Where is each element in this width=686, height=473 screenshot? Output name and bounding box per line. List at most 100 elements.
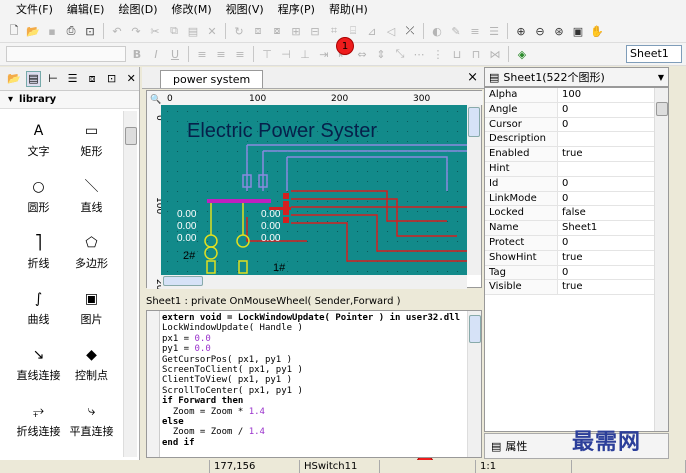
property-row-id[interactable]: Id 0 [485,176,668,192]
connector-icon[interactable]: ⤫ [402,23,418,39]
value-label[interactable]: 0.00 [177,209,197,220]
zoom-in-icon[interactable]: ⊕ [513,23,529,39]
scrollbar-thumb[interactable] [469,315,481,343]
align-icon[interactable]: ⌗ [326,23,342,39]
property-value[interactable]: 100 [558,88,668,102]
property-row-cursor[interactable]: Cursor 0 [485,117,668,133]
menu-view[interactable]: 视图(V) [220,0,270,20]
align-center-icon[interactable]: ≡ [213,46,229,62]
scrollbar-thumb[interactable] [468,107,480,137]
object-selector[interactable]: ▤ Sheet1(522个图形) ▼ [484,67,669,87]
property-value[interactable] [558,132,668,146]
palette-item-polyline[interactable]: ⎤ 折线 [12,229,65,275]
code-line[interactable]: if Forward then [162,396,460,406]
fill-color-icon[interactable]: ◐ [429,23,445,39]
property-row-locked[interactable]: Locked false [485,206,668,222]
scrollbar-thumb[interactable] [125,127,137,145]
bring-front-icon[interactable]: ⧈ [250,23,266,39]
valign-middle-icon[interactable]: ⊣ [278,46,294,62]
palette-item-line-connect[interactable]: ↘ 直线连接 [12,341,65,387]
full-screen-icon[interactable]: ▣ [570,23,586,39]
canvas-horizontal-scrollbar[interactable] [161,275,467,287]
property-row-description[interactable]: Description [485,132,668,148]
open-folder-icon[interactable]: 📂 [25,23,41,39]
palette-library-icon[interactable]: ▤ [25,70,42,87]
property-value[interactable]: true [558,251,668,265]
property-row-angle[interactable]: Angle 0 [485,102,668,118]
line-style-icon[interactable]: ≡ [467,23,483,39]
code-line[interactable]: ScreenToClient( px1, py1 ) [162,365,460,375]
palette-list-icon[interactable]: ☰ [65,71,81,87]
zoom-out-icon[interactable]: ⊖ [532,23,548,39]
line-width-icon[interactable]: ☰ [486,23,502,39]
same-height-icon[interactable]: ⇕ [373,46,389,62]
center-h-icon[interactable]: ⊔ [449,46,465,62]
palette-item-picture[interactable]: ▣ 图片 [65,285,118,331]
generator-label[interactable]: 1# [273,262,286,274]
property-value[interactable]: 0 [558,236,668,250]
property-scrollbar[interactable] [654,88,668,431]
print-preview-icon[interactable]: ⊡ [82,23,98,39]
scrollbar-thumb[interactable] [163,276,203,286]
property-value[interactable]: 0 [558,266,668,280]
bold-button[interactable]: B [129,46,145,62]
drawing-canvas[interactable]: 🔍 0 100 200 300 0 100 200 Electric Power Syst… [146,90,483,289]
delete-icon[interactable]: ✕ [204,23,220,39]
palette-objects-icon[interactable]: ⧈ [84,71,100,87]
property-row-linkmode[interactable]: LinkMode 0 [485,191,668,207]
property-row-enabled[interactable]: Enabled true [485,147,668,162]
palette-item-curve[interactable]: ∫ 曲线 [12,285,65,331]
scrollbar-thumb[interactable] [656,102,668,116]
switch-symbol[interactable] [283,193,289,199]
palette-item-circle[interactable]: ○ 圆形 [12,173,65,219]
code-text[interactable]: extern void = LockWindowUpdate( Pointer … [162,313,460,448]
property-value[interactable]: 0 [558,177,668,191]
value-label[interactable]: 0.00 [177,233,197,244]
palette-item-rectangle[interactable]: ▭ 矩形 [65,117,118,163]
italic-button[interactable]: I [148,46,164,62]
property-value[interactable]: 0 [558,192,668,206]
valign-top-icon[interactable]: ⊤ [259,46,275,62]
property-row-name[interactable]: Name Sheet1 [485,221,668,236]
script-editor[interactable]: extern void = LockWindowUpdate( Pointer … [146,310,482,458]
property-value[interactable]: false [558,206,668,220]
palette-folder-icon[interactable]: 📂 [6,71,22,87]
menu-modify[interactable]: 修改(M) [166,0,218,20]
switch-symbol[interactable] [283,209,289,215]
code-line[interactable]: ClientToView( px1, py1 ) [162,375,460,385]
align-left-icon[interactable]: ≡ [194,46,210,62]
code-line[interactable]: py1 = 0.0 [162,344,460,354]
menu-draw[interactable]: 绘图(D) [112,0,163,20]
property-row-tag[interactable]: Tag 0 [485,265,668,281]
space-h-icon[interactable]: ⋯ [411,46,427,62]
chevron-down-icon[interactable]: ▼ [658,73,664,82]
property-value[interactable]: true [558,280,668,294]
palette-scrollbar[interactable] [123,111,137,457]
code-line[interactable]: px1 = 0.0 [162,334,460,344]
property-value[interactable]: 0 [558,118,668,132]
palette-item-line[interactable]: ＼ 直线 [65,173,118,219]
valign-bottom-icon[interactable]: ⊥ [297,46,313,62]
property-value[interactable]: 0 [558,103,668,117]
property-value[interactable]: Sheet1 [558,221,668,235]
code-line[interactable]: GetCursorPos( px1, py1 ) [162,355,460,365]
canvas-vertical-scrollbar[interactable] [467,105,481,275]
canvas-title[interactable]: Electric Power Syster [187,120,377,142]
undo-icon[interactable]: ↶ [109,23,125,39]
bus-bar[interactable] [207,199,271,203]
code-line[interactable]: end if [162,438,460,448]
flip-horizontal-icon[interactable]: ⊿ [364,23,380,39]
close-tab-icon[interactable]: × [467,70,478,85]
sheet-selector[interactable]: Sheet1 [626,45,682,63]
code-line[interactable]: else [162,417,460,427]
value-label[interactable]: 0.00 [261,233,281,244]
rotate-icon[interactable]: ↻ [231,23,247,39]
print-icon[interactable]: ⎙ [63,23,79,39]
copy-icon[interactable]: ⧉ [166,23,182,39]
same-size-icon[interactable]: ⤡ [392,46,408,62]
value-label[interactable]: 0.00 [261,209,281,220]
menu-program[interactable]: 程序(P) [272,0,321,20]
palette-item-polygon[interactable]: ⬠ 多边形 [65,229,118,275]
space-v-icon[interactable]: ⋮ [430,46,446,62]
line-color-icon[interactable]: ✎ [448,23,464,39]
